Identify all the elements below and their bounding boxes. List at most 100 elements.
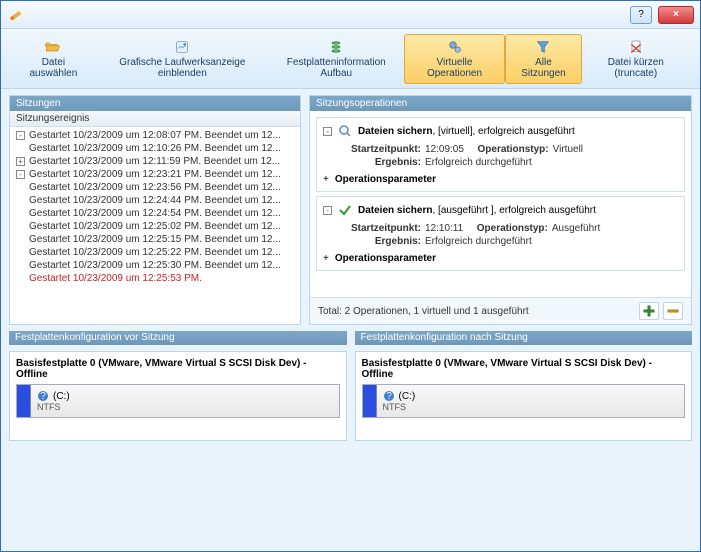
app-window: ? × Datei auswählen Grafische Laufwerksa… xyxy=(0,0,701,552)
session-item[interactable]: Gestartet 10/23/2009 um 12:25:30 PM. Bee… xyxy=(12,259,298,272)
add-operation-button[interactable] xyxy=(639,302,659,320)
all-sessions-label: Alle Sitzungen xyxy=(516,57,570,79)
op-params-toggle[interactable]: + xyxy=(323,253,329,264)
tree-toggle[interactable]: - xyxy=(16,170,25,179)
session-text: Gestartet 10/23/2009 um 12:25:53 PM. xyxy=(29,273,202,284)
disk-info-button[interactable]: Festplatteninformation Aufbau xyxy=(269,34,404,84)
truncate-icon xyxy=(624,39,648,55)
plus-icon xyxy=(642,304,656,318)
remove-operation-button[interactable] xyxy=(663,302,683,320)
session-item[interactable]: Gestartet 10/23/2009 um 12:25:53 PM. xyxy=(12,272,298,285)
session-item[interactable]: Gestartet 10/23/2009 um 12:10:26 PM. Bee… xyxy=(12,142,298,155)
tree-toggle xyxy=(16,248,25,257)
disk-after-header: Festplattenkonfiguration nach Sitzung xyxy=(355,331,693,345)
tree-toggle xyxy=(16,196,25,205)
volume-label: (C:) xyxy=(399,391,416,402)
sessions-list[interactable]: -Gestartet 10/23/2009 um 12:08:07 PM. Be… xyxy=(10,127,300,324)
operation-header[interactable]: -Dateien sichern, [virtuell], erfolgreic… xyxy=(323,124,678,138)
virtual-ops-label: Virtuelle Operationen xyxy=(415,57,495,79)
sessions-column-header[interactable]: Sitzungsereignis xyxy=(10,111,300,127)
tree-toggle xyxy=(16,235,25,244)
session-item[interactable]: Gestartet 10/23/2009 um 12:23:56 PM. Bee… xyxy=(12,181,298,194)
session-item[interactable]: Gestartet 10/23/2009 um 12:25:22 PM. Bee… xyxy=(12,246,298,259)
type-label: Operationstyp: xyxy=(478,144,549,155)
check-icon xyxy=(338,203,352,217)
close-button[interactable]: × xyxy=(658,6,694,24)
volume-fs: NTFS xyxy=(37,402,70,412)
session-item[interactable]: +Gestartet 10/23/2009 um 12:11:59 PM. Be… xyxy=(12,155,298,168)
op-params-row[interactable]: + Operationsparameter xyxy=(323,174,678,185)
tree-toggle[interactable]: - xyxy=(16,131,25,140)
app-icon xyxy=(7,7,23,23)
session-item[interactable]: Gestartet 10/23/2009 um 12:25:02 PM. Bee… xyxy=(12,220,298,233)
op-params-row[interactable]: +Operationsparameter xyxy=(323,253,678,264)
volume-fs: NTFS xyxy=(383,402,416,412)
disk-before-title: Basisfestplatte 0 (VMware, VMware Virtua… xyxy=(16,358,340,380)
disk-before-header: Festplattenkonfiguration vor Sitzung xyxy=(9,331,347,345)
help-blue-icon: ? xyxy=(383,390,395,402)
result-value: Erfolgreich durchgeführt xyxy=(425,236,532,247)
result-label: Ergebnis: xyxy=(341,157,421,168)
titlebar: ? × xyxy=(1,1,700,29)
tree-toggle xyxy=(16,274,25,283)
session-text: Gestartet 10/23/2009 um 12:24:44 PM. Bee… xyxy=(29,195,281,206)
op-params-label: Operationsparameter xyxy=(335,174,436,185)
result-value: Erfolgreich durchgeführt xyxy=(425,157,532,168)
select-file-button[interactable]: Datei auswählen xyxy=(11,34,96,84)
drive-graphic-icon xyxy=(170,39,194,55)
folder-open-icon xyxy=(41,39,65,55)
start-label: Startzeitpunkt: xyxy=(341,144,421,155)
operations-list: -Dateien sichern, [virtuell], erfolgreic… xyxy=(310,111,691,297)
tree-toggle xyxy=(16,209,25,218)
start-value: 12:09:05 xyxy=(425,144,464,155)
session-text: Gestartet 10/23/2009 um 12:25:30 PM. Bee… xyxy=(29,260,281,271)
minus-icon xyxy=(666,304,680,318)
sessions-panel: Sitzungen Sitzungsereignis -Gestartet 10… xyxy=(9,95,301,325)
session-item[interactable]: Gestartet 10/23/2009 um 12:24:44 PM. Bee… xyxy=(12,194,298,207)
help-blue-icon: ? xyxy=(37,390,49,402)
volume-color-bar xyxy=(17,385,31,417)
operations-panel: Sitzungsoperationen -Dateien sichern, [v… xyxy=(309,95,692,325)
session-text: Gestartet 10/23/2009 um 12:25:22 PM. Bee… xyxy=(29,247,281,258)
tree-toggle[interactable]: + xyxy=(16,157,25,166)
operations-total-text: Total: 2 Operationen, 1 virtuell und 1 a… xyxy=(318,306,529,317)
help-button[interactable]: ? xyxy=(630,6,652,24)
tree-toggle xyxy=(16,183,25,192)
session-item[interactable]: Gestartet 10/23/2009 um 12:25:15 PM. Bee… xyxy=(12,233,298,246)
session-item[interactable]: -Gestartet 10/23/2009 um 12:23:21 PM. Be… xyxy=(12,168,298,181)
operation-box: -Dateien sichern, [virtuell], erfolgreic… xyxy=(316,117,685,192)
start-label: Startzeitpunkt: xyxy=(341,223,421,234)
session-text: Gestartet 10/23/2009 um 12:23:56 PM. Bee… xyxy=(29,182,281,193)
disk-before-volume[interactable]: ?(C:) NTFS xyxy=(16,384,340,418)
op-collapse-toggle[interactable]: - xyxy=(323,127,332,136)
content-area: Sitzungen Sitzungsereignis -Gestartet 10… xyxy=(1,89,700,551)
empty-space xyxy=(9,447,692,545)
operation-header[interactable]: -Dateien sichern, [ausgeführt ], erfolgr… xyxy=(323,203,678,217)
operations-title: Sitzungsoperationen xyxy=(310,96,691,111)
start-value: 12:10:11 xyxy=(425,223,463,234)
svg-text:?: ? xyxy=(40,391,46,402)
result-label: Ergebnis: xyxy=(341,236,421,247)
tree-toggle xyxy=(16,261,25,270)
disk-stack-icon xyxy=(324,39,348,55)
disk-info-label: Festplatteninformation Aufbau xyxy=(280,57,393,79)
session-text: Gestartet 10/23/2009 um 12:25:15 PM. Bee… xyxy=(29,234,281,245)
session-text: Gestartet 10/23/2009 um 12:24:54 PM. Bee… xyxy=(29,208,281,219)
type-value: Ausgeführt xyxy=(552,223,600,234)
show-drive-display-button[interactable]: Grafische Laufwerksanzeige einblenden xyxy=(96,34,269,84)
virtual-ops-button[interactable]: Virtuelle Operationen xyxy=(404,34,506,84)
session-text: Gestartet 10/23/2009 um 12:23:21 PM. Bee… xyxy=(29,169,281,180)
tree-toggle xyxy=(16,222,25,231)
type-label: Operationstyp: xyxy=(477,223,548,234)
disk-after-volume[interactable]: ? (C:) NTFS xyxy=(362,384,686,418)
gears-icon xyxy=(443,39,467,55)
all-sessions-button[interactable]: Alle Sitzungen xyxy=(505,34,581,84)
funnel-icon xyxy=(531,39,555,55)
volume-color-bar xyxy=(363,385,377,417)
sessions-title: Sitzungen xyxy=(10,96,300,111)
session-item[interactable]: -Gestartet 10/23/2009 um 12:08:07 PM. Be… xyxy=(12,129,298,142)
truncate-button[interactable]: Datei kürzen (truncate) xyxy=(582,34,690,84)
op-params-toggle[interactable]: + xyxy=(323,174,329,185)
op-collapse-toggle[interactable]: - xyxy=(323,206,332,215)
session-item[interactable]: Gestartet 10/23/2009 um 12:24:54 PM. Bee… xyxy=(12,207,298,220)
